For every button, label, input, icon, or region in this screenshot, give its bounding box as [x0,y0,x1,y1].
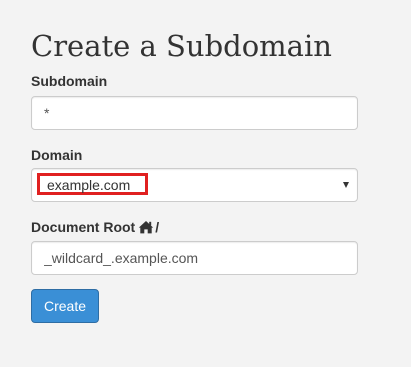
document-root-label: Document Root [31,219,136,235]
subdomain-label: Subdomain [31,73,108,89]
create-button[interactable]: Create [31,289,99,323]
page-title: Create a Subdomain [31,29,332,63]
domain-select-value: example.com [47,177,131,193]
home-icon [138,220,154,238]
document-root-input[interactable] [31,241,358,275]
subdomain-input[interactable] [31,96,358,130]
chevron-down-icon [343,182,349,188]
domain-label: Domain [31,147,83,163]
domain-select[interactable]: example.com [31,168,358,202]
document-root-path-separator: / [155,219,160,235]
document-root-label-row: Document Root / [31,218,159,238]
